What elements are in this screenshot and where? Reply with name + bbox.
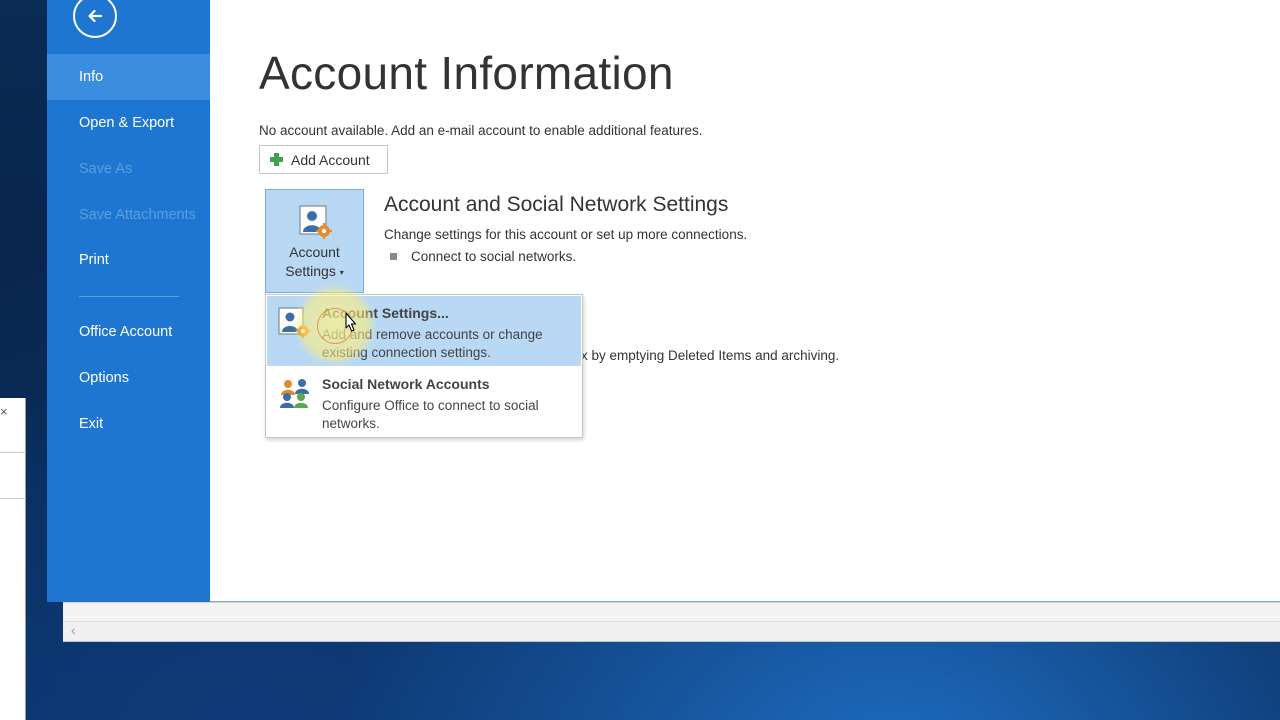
page-title: Account Information: [259, 47, 674, 99]
nav-exit[interactable]: Exit: [47, 401, 210, 447]
nav-open-export[interactable]: Open & Export: [47, 100, 210, 146]
section-description: Change settings for this account or set …: [384, 227, 748, 242]
nav-save-attachments: Save Attachments: [79, 207, 196, 223]
back-button[interactable]: [73, 0, 117, 38]
nav-print[interactable]: Print: [47, 237, 210, 283]
outlook-backstage-window: Info Open & Export Save As Save Attachme…: [47, 0, 1280, 602]
nav-separator: [79, 296, 179, 297]
horizontal-scrollbar[interactable]: [63, 621, 1280, 641]
chevron-down-icon: ▾: [339, 267, 344, 277]
account-settings-label-2: Settings: [285, 263, 336, 279]
mailbox-cleanup-text: x by emptying Deleted Items and archivin…: [581, 348, 840, 363]
info-pane: Account Information No account available…: [210, 0, 1280, 601]
nav-office-account[interactable]: Office Account: [47, 309, 210, 355]
menu-item-account-settings[interactable]: Account Settings... Add and remove accou…: [267, 296, 581, 366]
arrow-left-icon: [88, 9, 103, 23]
background-window: ×: [0, 398, 26, 720]
bullet-text: Connect to social networks.: [411, 249, 577, 264]
menu-item-title: Account Settings...: [322, 305, 449, 321]
menu-item-title: Social Network Accounts: [322, 376, 490, 392]
menu-item-social-network-accounts[interactable]: Social Network Accounts Configure Office…: [267, 367, 581, 437]
menu-item-description: Configure Office to connect to social ne…: [322, 398, 539, 431]
menu-item-description: Add and remove accounts or change existi…: [322, 327, 543, 360]
account-settings-dropdown: Account Settings... Add and remove accou…: [265, 294, 583, 438]
account-settings-icon: [298, 205, 332, 239]
account-settings-icon: [278, 307, 310, 338]
section-title: Account and Social Network Settings: [384, 193, 729, 216]
add-account-label: Add Account: [291, 151, 370, 168]
divider: [0, 452, 26, 453]
scroll-left-icon[interactable]: ‹: [71, 622, 76, 638]
nav-options[interactable]: Options: [47, 355, 210, 401]
backstage-sidebar: Info Open & Export Save As Save Attachme…: [47, 0, 210, 602]
no-account-message: No account available. Add an e-mail acco…: [259, 123, 703, 138]
nav-info[interactable]: Info: [47, 54, 210, 100]
close-icon[interactable]: ×: [0, 404, 8, 419]
bullet-item: Connect to social networks.: [390, 249, 576, 264]
account-settings-label-1: Account: [289, 244, 340, 260]
account-settings-button[interactable]: Account Settings ▾: [265, 189, 364, 293]
background-window-strip: ‹: [63, 602, 1280, 642]
add-account-button[interactable]: Add Account: [259, 145, 388, 174]
bullet-icon: [390, 253, 397, 260]
nav-save-as: Save As: [79, 161, 133, 177]
social-network-icon: [280, 379, 309, 408]
divider: [0, 498, 26, 499]
plus-icon: [270, 153, 283, 166]
